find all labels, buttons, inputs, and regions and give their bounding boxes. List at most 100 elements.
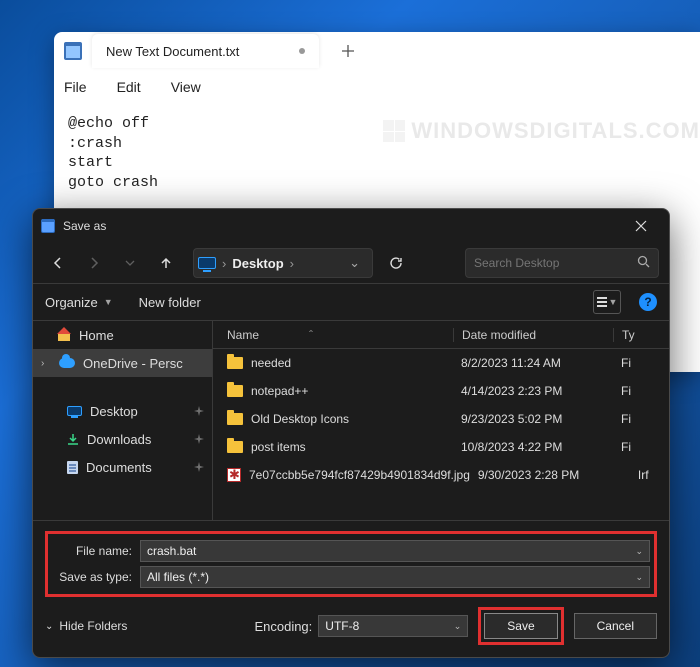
notepad-icon — [41, 219, 55, 233]
chevron-right-icon: › — [41, 358, 51, 369]
sidebar-item-onedrive[interactable]: › OneDrive - Persc — [33, 349, 212, 377]
sidebar-label: Downloads — [87, 432, 151, 447]
file-type: Irf — [630, 468, 669, 482]
save-as-dialog: Save as › Desktop › ⌄ Organize ▼ New fol… — [32, 208, 670, 658]
encoding-select[interactable]: UTF-8 ⌄ — [318, 615, 468, 637]
column-header-date[interactable]: Date modified — [453, 328, 613, 342]
sidebar-item-downloads[interactable]: Downloads — [33, 425, 212, 453]
back-button[interactable] — [43, 248, 73, 278]
sidebar-item-home[interactable]: Home — [33, 321, 212, 349]
chevron-down-icon: ⌄ — [454, 621, 462, 632]
file-rows: needed8/2/2023 11:24 AMFinotepad++4/14/2… — [213, 349, 669, 489]
pin-icon — [194, 460, 204, 475]
file-list-pane: Name ˆ Date modified Ty needed 8/2/2023 1… — [213, 321, 669, 520]
file-row[interactable]: needed 8/2/2023 11:24 AMFi — [213, 349, 669, 377]
encoding-group: Encoding: UTF-8 ⌄ — [254, 615, 468, 637]
save-as-type-select[interactable]: All files (*.*) ⌄ — [140, 566, 650, 588]
file-row[interactable]: post items10/8/2023 4:22 PMFi — [213, 433, 669, 461]
windows-logo-icon — [383, 120, 405, 142]
highlight-box-save: Save — [478, 607, 563, 645]
location-dropdown-button[interactable]: ⌄ — [341, 255, 368, 271]
desktop-icon — [198, 257, 216, 269]
file-name: needed — [251, 356, 291, 370]
file-name: Old Desktop Icons — [251, 412, 349, 426]
notepad-app-icon — [64, 42, 82, 60]
chevron-right-icon: › — [290, 256, 294, 271]
watermark: WINDOWSDIGITALS.COM — [383, 118, 700, 144]
document-tab[interactable]: New Text Document.txt — [92, 34, 319, 68]
navigation-pane: Home › OneDrive - Persc Desktop Download… — [33, 321, 213, 520]
file-name-input[interactable]: crash.bat ⌄ — [140, 540, 650, 562]
dialog-title: Save as — [63, 219, 106, 233]
forward-button[interactable] — [79, 248, 109, 278]
chevron-down-icon: ▼ — [609, 297, 618, 307]
search-icon — [637, 255, 650, 271]
save-as-type-row: Save as type: All files (*.*) ⌄ — [52, 564, 650, 590]
view-options-button[interactable]: ▼ — [593, 290, 621, 314]
search-box[interactable] — [465, 248, 659, 278]
file-date: 10/8/2023 4:22 PM — [453, 440, 613, 454]
location-bar[interactable]: › Desktop › ⌄ — [193, 248, 373, 278]
folder-icon — [227, 441, 243, 453]
file-type: Fi — [613, 384, 669, 398]
up-button[interactable] — [151, 248, 181, 278]
column-header-type[interactable]: Ty — [613, 328, 669, 342]
sidebar-item-desktop[interactable]: Desktop — [33, 397, 212, 425]
file-name-label: File name: — [52, 544, 132, 558]
folder-icon — [227, 413, 243, 425]
chevron-down-icon: ⌄ — [45, 621, 53, 632]
file-date: 8/2/2023 11:24 AM — [453, 356, 613, 370]
pin-icon — [194, 404, 204, 419]
encoding-label: Encoding: — [254, 619, 312, 634]
close-button[interactable] — [621, 211, 661, 241]
sidebar-label: Home — [79, 328, 114, 343]
search-input[interactable] — [474, 256, 629, 270]
file-list-header: Name ˆ Date modified Ty — [213, 321, 669, 349]
chevron-right-icon: › — [222, 256, 226, 271]
new-folder-button[interactable]: New folder — [139, 295, 201, 310]
help-button[interactable]: ? — [639, 293, 657, 311]
save-button[interactable]: Save — [484, 613, 557, 639]
hide-folders-button[interactable]: ⌄ Hide Folders — [45, 619, 127, 633]
toolbar: Organize ▼ New folder ▼ ? — [33, 284, 669, 320]
organize-menu[interactable]: Organize ▼ — [45, 295, 113, 310]
unsaved-indicator-icon — [299, 48, 305, 54]
menu-view[interactable]: View — [171, 79, 201, 95]
menu-file[interactable]: File — [64, 79, 87, 95]
menu-bar: File Edit View — [54, 70, 700, 104]
navigation-row: › Desktop › ⌄ — [33, 243, 669, 283]
desktop-icon — [67, 406, 82, 416]
file-type: Fi — [613, 412, 669, 426]
folder-icon — [227, 385, 243, 397]
chevron-down-icon: ⌄ — [635, 572, 643, 583]
onedrive-icon — [59, 358, 75, 368]
file-type: Fi — [613, 356, 669, 370]
download-icon — [67, 433, 79, 445]
action-row: ⌄ Hide Folders Encoding: UTF-8 ⌄ Save Ca… — [45, 607, 657, 645]
breadcrumb-desktop[interactable]: Desktop — [232, 256, 283, 271]
file-date: 9/23/2023 5:02 PM — [453, 412, 613, 426]
sidebar-item-documents[interactable]: Documents — [33, 453, 212, 481]
dialog-bottom: File name: crash.bat ⌄ Save as type: All… — [33, 520, 669, 657]
file-row[interactable]: 7e07ccbb5e794fcf87429b4901834d9f.jpg9/30… — [213, 461, 669, 489]
refresh-button[interactable] — [379, 248, 413, 278]
chevron-down-icon: ▼ — [104, 297, 113, 307]
file-row[interactable]: notepad++ 4/14/2023 2:23 PMFi — [213, 377, 669, 405]
new-tab-button[interactable] — [333, 36, 363, 66]
file-row[interactable]: Old Desktop Icons 9/23/2023 5:02 PMFi — [213, 405, 669, 433]
cancel-button[interactable]: Cancel — [574, 613, 657, 639]
save-as-type-label: Save as type: — [52, 570, 132, 584]
sidebar-label: OneDrive - Persc — [83, 356, 183, 371]
file-name-row: File name: crash.bat ⌄ — [52, 538, 650, 564]
dialog-body: Home › OneDrive - Persc Desktop Download… — [33, 320, 669, 520]
pin-icon — [194, 432, 204, 447]
dialog-titlebar: Save as — [33, 209, 669, 243]
menu-edit[interactable]: Edit — [117, 79, 141, 95]
sidebar-label: Documents — [86, 460, 152, 475]
highlight-box-fields: File name: crash.bat ⌄ Save as type: All… — [45, 531, 657, 597]
recent-locations-button[interactable] — [115, 248, 145, 278]
column-header-name[interactable]: Name ˆ — [213, 328, 453, 342]
file-date: 4/14/2023 2:23 PM — [453, 384, 613, 398]
file-name: notepad++ — [251, 384, 308, 398]
file-name: post items — [251, 440, 306, 454]
